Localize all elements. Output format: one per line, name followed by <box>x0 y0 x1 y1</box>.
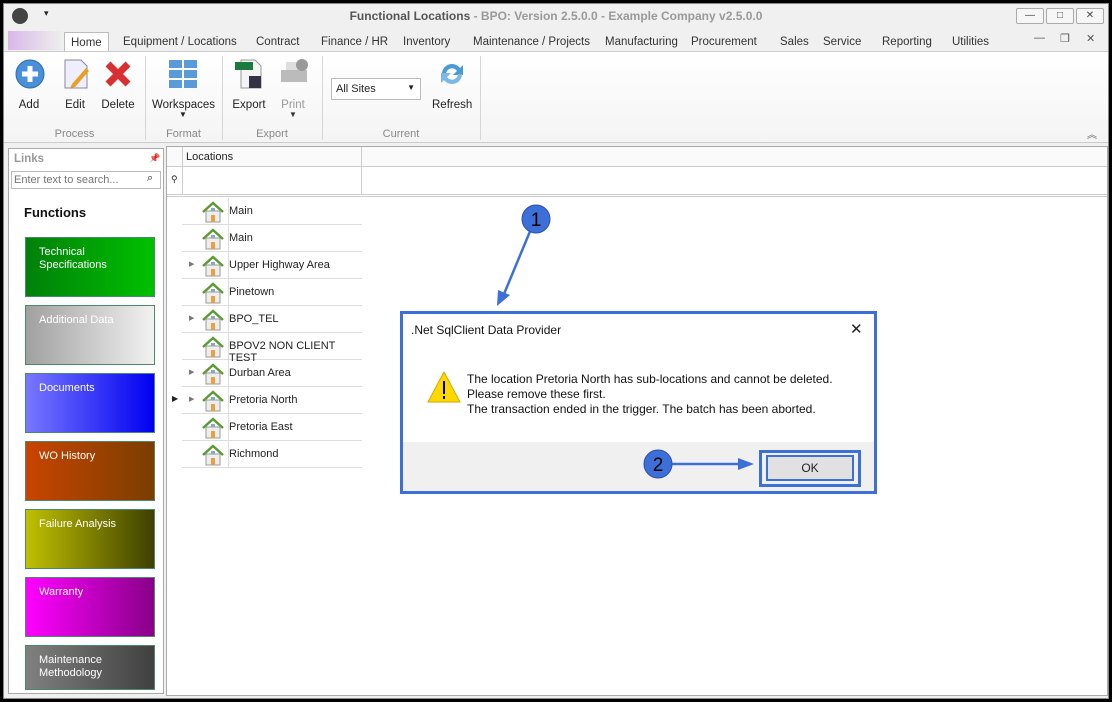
annotation-arrowhead-1 <box>497 290 510 306</box>
annotation-label-2: 2 <box>653 455 664 476</box>
app-window: ▾ Functional Locations - BPO: Version 2.… <box>3 3 1109 699</box>
annotation-arrow-1 <box>502 228 533 295</box>
annotation-arrowhead-2 <box>738 458 754 470</box>
annotation-overlay: 1 2 <box>497 204 754 479</box>
annotation-label-1: 1 <box>531 210 542 231</box>
